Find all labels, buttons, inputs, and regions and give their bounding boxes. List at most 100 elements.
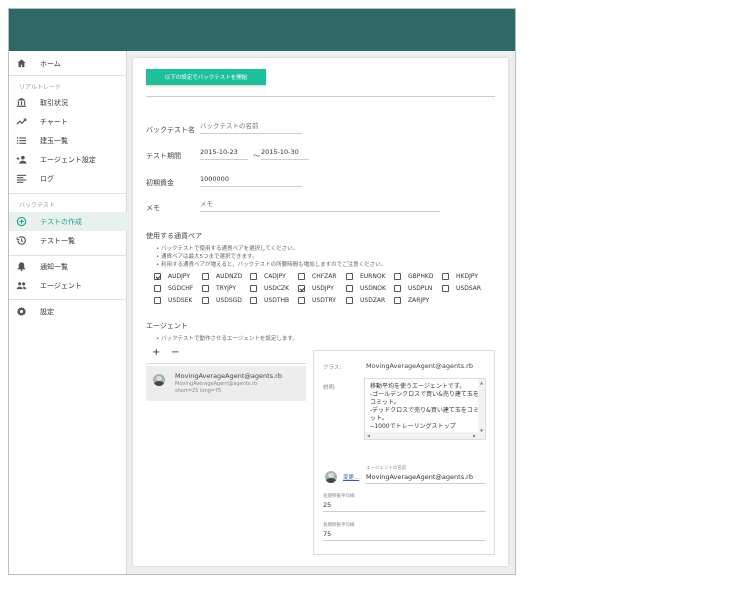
scroll-up-icon[interactable]: ▲: [480, 380, 483, 385]
add-circle-icon: [16, 216, 27, 227]
pair-checkbox-usdnok[interactable]: USDNOK: [346, 285, 386, 292]
period-start-input[interactable]: [200, 148, 248, 160]
avatar: [325, 471, 337, 483]
checkbox-icon[interactable]: [154, 285, 161, 292]
pair-checkbox-usdtry[interactable]: USDTRY: [298, 297, 336, 304]
pair-label: CHFZAR: [312, 273, 337, 280]
list-icon: [16, 137, 27, 144]
sidebar-item-label: エージェント: [40, 282, 82, 290]
scroll-left-icon[interactable]: ◀: [367, 433, 370, 438]
checkbox-icon[interactable]: [346, 297, 353, 304]
bell-icon: [17, 262, 26, 272]
pair-checkbox-usdthb[interactable]: USDTHB: [250, 297, 289, 304]
pair-label: USDJPY: [312, 285, 334, 292]
checkbox-icon[interactable]: [154, 297, 161, 304]
pair-checkbox-gbphkd[interactable]: GBPHKD: [394, 273, 433, 280]
backtest-name-input[interactable]: [200, 122, 302, 134]
sidebar-item-test-list[interactable]: テスト一覧: [9, 231, 127, 250]
memo-input[interactable]: [200, 200, 440, 212]
checkbox-icon[interactable]: [202, 285, 209, 292]
agent-name-label: エージェントの名前: [366, 466, 407, 471]
checkbox-icon[interactable]: [394, 297, 401, 304]
checkbox-icon[interactable]: [442, 285, 449, 292]
remove-agent-button[interactable]: −: [171, 347, 179, 358]
pair-label: USDZAR: [360, 297, 386, 304]
pair-checkbox-audjpy[interactable]: AUDJPY: [154, 273, 190, 280]
home-icon: [17, 59, 26, 68]
pair-checkbox-sgdchf[interactable]: SGDCHF: [154, 285, 193, 292]
checkbox-icon[interactable]: [394, 273, 401, 280]
checkbox-icon[interactable]: [298, 297, 305, 304]
agent-name: MovingAverageAgent@agents.rb: [175, 372, 282, 380]
sidebar-item-label: テスト一覧: [40, 237, 75, 245]
agent-class: MovingAverageAgent@agents.rb: [175, 381, 258, 387]
sidebar-item-trading-status[interactable]: 取引状況: [9, 93, 127, 112]
sidebar-item-chart[interactable]: チャート: [9, 112, 127, 131]
scroll-right-icon[interactable]: ▶: [473, 433, 476, 438]
sidebar-item-log[interactable]: ログ: [9, 169, 127, 188]
pair-checkbox-usdpln[interactable]: USDPLN: [394, 285, 432, 292]
start-backtest-button[interactable]: 以下の設定でバックテストを開始: [146, 69, 266, 85]
pair-checkbox-usdsar[interactable]: USDSAR: [442, 285, 481, 292]
checkbox-icon[interactable]: [202, 273, 209, 280]
trending-up-icon: [16, 118, 27, 125]
divider: [9, 75, 127, 76]
pair-checkbox-audnzd[interactable]: AUDNZD: [202, 273, 242, 280]
checkbox-icon[interactable]: [394, 285, 401, 292]
sidebar-item-home[interactable]: ホーム: [9, 54, 127, 73]
vertical-scrollbar[interactable]: ▲ ▼: [478, 379, 485, 434]
initial-balance-label: 初期資金: [146, 179, 174, 187]
checkbox-icon[interactable]: [298, 273, 305, 280]
description-text: 移動平均を使うエージェントです。 -ゴールデンクロスで買い&売り建て玉を コミッ…: [370, 383, 479, 430]
pair-checkbox-usdzar[interactable]: USDZAR: [346, 297, 385, 304]
pair-checkbox-usdjpy[interactable]: USDJPY: [298, 285, 334, 292]
change-agent-link[interactable]: 変更...: [343, 473, 359, 481]
sidebar-item-label: テストの作成: [40, 218, 82, 226]
checkbox-icon[interactable]: [346, 285, 353, 292]
checkbox-checked-icon[interactable]: [154, 273, 161, 280]
pair-checkbox-usdczk[interactable]: USDCZK: [250, 285, 289, 292]
checkbox-icon[interactable]: [250, 297, 257, 304]
checkbox-icon[interactable]: [250, 285, 257, 292]
pair-label: SGDCHF: [168, 285, 194, 292]
horizontal-scrollbar[interactable]: ◀ ▶: [365, 432, 485, 439]
pair-label: ZARJPY: [408, 297, 430, 304]
checkbox-checked-icon[interactable]: [298, 285, 305, 292]
sidebar-item-label: 建玉一覧: [40, 137, 68, 145]
pair-label: TRYJPY: [216, 285, 237, 292]
checkbox-icon[interactable]: [250, 273, 257, 280]
initial-balance-input[interactable]: [200, 175, 302, 187]
pairs-note: • 利用する通貨ペアが増えると、バックテストの所要時間も増加しますのでご注意くだ…: [156, 262, 387, 268]
divider: [9, 193, 127, 194]
period-end-input[interactable]: [261, 148, 309, 160]
long-ma-input[interactable]: [323, 530, 486, 541]
pair-checkbox-usdsgd[interactable]: USDSGD: [202, 297, 242, 304]
pair-checkbox-cadjpy[interactable]: CADJPY: [250, 273, 286, 280]
short-ma-input[interactable]: [323, 501, 486, 512]
add-agent-button[interactable]: +: [152, 347, 160, 358]
sidebar-item-positions[interactable]: 建玉一覧: [9, 131, 127, 150]
pair-checkbox-zarjpy[interactable]: ZARJPY: [394, 297, 429, 304]
sidebar-item-agent-settings[interactable]: エージェント設定: [9, 150, 127, 169]
checkbox-icon[interactable]: [346, 273, 353, 280]
pair-checkbox-eurnok[interactable]: EURNOK: [346, 273, 386, 280]
pair-checkbox-tryjpy[interactable]: TRYJPY: [202, 285, 236, 292]
agent-name-input[interactable]: [366, 473, 486, 484]
class-value: MovingAverageAgent@agents.rb: [366, 362, 473, 370]
pair-label: USDTRY: [312, 297, 336, 304]
sidebar-item-agents[interactable]: エージェント: [9, 276, 127, 295]
agent-list-item[interactable]: MovingAverageAgent@agents.rb MovingAvera…: [146, 366, 306, 401]
sidebar-item-label: 設定: [40, 308, 54, 316]
app-window: ホーム リアルトレード 取引状況 チャート 建玉一覧 エージェント設定 ログ バ…: [8, 8, 516, 575]
description-textarea[interactable]: 移動平均を使うエージェントです。 -ゴールデンクロスで買い&売り建て玉を コミッ…: [364, 378, 486, 440]
sidebar-item-settings[interactable]: 設定: [9, 302, 127, 321]
sidebar-item-notifications[interactable]: 通知一覧: [9, 257, 127, 276]
pair-checkbox-hkdjpy[interactable]: HKDJPY: [442, 273, 478, 280]
top-app-bar: [9, 9, 515, 51]
pair-checkbox-chfzar[interactable]: CHFZAR: [298, 273, 337, 280]
sidebar-item-label: 取引状況: [40, 99, 68, 107]
pair-checkbox-usdsek[interactable]: USDSEK: [154, 297, 192, 304]
sidebar-item-create-test[interactable]: テストの作成: [9, 212, 127, 231]
checkbox-icon[interactable]: [202, 297, 209, 304]
checkbox-icon[interactable]: [442, 273, 449, 280]
